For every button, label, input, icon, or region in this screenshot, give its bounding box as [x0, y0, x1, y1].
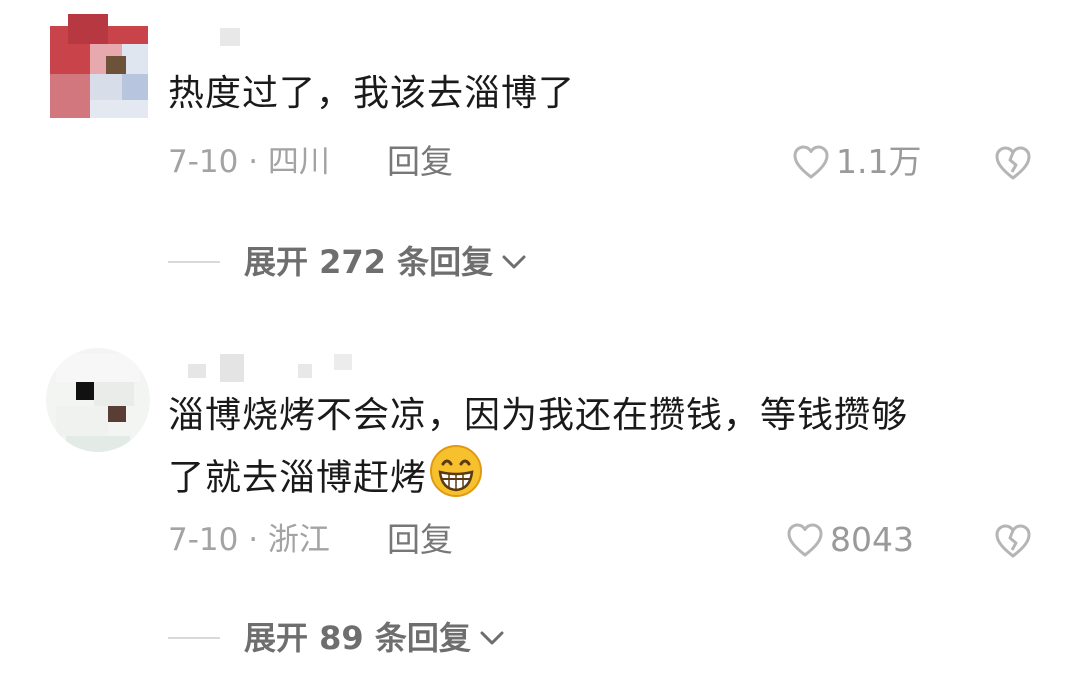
expand-replies-button[interactable]: 展开 272 条回复: [168, 242, 529, 282]
comment-text-line: 淄博烧烤不会凉，因为我还在攒钱，等钱攒够: [168, 395, 909, 436]
broken-heart-icon: [995, 524, 1031, 558]
like-button[interactable]: 8043: [786, 520, 914, 560]
like-count: 1.1万: [836, 142, 922, 181]
like-button[interactable]: 1.1万: [792, 142, 921, 182]
comment-item: 淄博烧烤不会凉，因为我还在攒钱，等钱攒够 了就去淄博赶烤 7-10 · 浙江 回…: [0, 320, 1080, 685]
like-count: 8043: [830, 520, 914, 559]
divider: [168, 261, 220, 263]
broken-heart-icon: [995, 146, 1031, 180]
grinning-face-emoji: [429, 444, 483, 515]
avatar[interactable]: [46, 348, 150, 452]
dislike-button[interactable]: [993, 522, 1033, 564]
comment-date-location: 7-10 · 浙江: [168, 522, 330, 558]
expand-replies-button[interactable]: 展开 89 条回复: [168, 618, 507, 658]
comment-date-location: 7-10 · 四川: [168, 144, 330, 180]
reply-button[interactable]: 回复: [387, 142, 453, 182]
chevron-down-icon: [502, 255, 526, 269]
reply-button[interactable]: 回复: [387, 520, 453, 560]
heart-outline-icon: [787, 523, 823, 557]
comment-item: 热度过了，我该去淄博了 7-10 · 四川 回复 1.1万 展开 272 条回复: [0, 0, 1080, 320]
comment-text: 热度过了，我该去淄博了: [168, 73, 576, 114]
heart-outline-icon: [793, 145, 829, 179]
dislike-button[interactable]: [993, 144, 1033, 186]
avatar[interactable]: [50, 14, 148, 118]
comment-text-line: 了就去淄博赶烤: [168, 457, 428, 499]
expand-replies-label: 展开 89 条回复: [244, 619, 471, 657]
comment-text: 淄博烧烤不会凉，因为我还在攒钱，等钱攒够 了就去淄博赶烤: [168, 388, 908, 515]
comment-text-line-2: 了就去淄博赶烤: [168, 444, 908, 515]
divider: [168, 637, 220, 639]
expand-replies-label: 展开 272 条回复: [244, 243, 494, 281]
chevron-down-icon: [480, 631, 504, 645]
